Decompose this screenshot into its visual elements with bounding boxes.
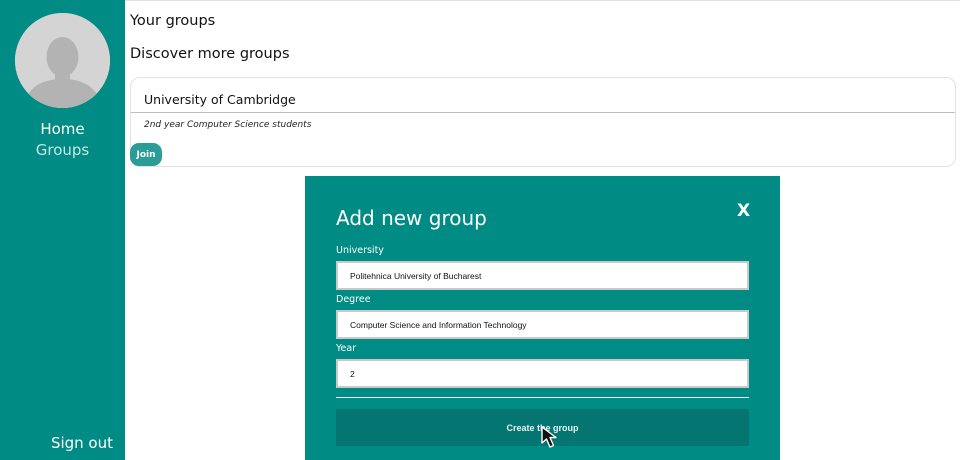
join-button[interactable]: Join bbox=[130, 143, 162, 166]
modal-title: Add new group bbox=[336, 206, 487, 230]
nav-groups[interactable]: Groups bbox=[0, 141, 125, 159]
group-description: 2nd year Computer Science students bbox=[144, 120, 312, 130]
group-name: University of Cambridge bbox=[144, 92, 296, 107]
card-divider bbox=[131, 112, 955, 113]
user-silhouette-icon bbox=[15, 13, 110, 108]
year-label: Year bbox=[336, 343, 357, 354]
sidebar: Home Groups Sign out bbox=[0, 0, 125, 460]
degree-label: Degree bbox=[336, 294, 371, 305]
degree-field[interactable] bbox=[336, 310, 749, 339]
university-field[interactable] bbox=[336, 261, 749, 290]
nav-home[interactable]: Home bbox=[0, 120, 125, 138]
close-icon[interactable]: X bbox=[737, 201, 750, 221]
modal-divider bbox=[336, 397, 749, 398]
sign-out-link[interactable]: Sign out bbox=[0, 434, 125, 452]
add-group-modal: Add new group X University Degree Year C… bbox=[305, 176, 780, 460]
create-group-button[interactable]: Create the group bbox=[336, 409, 749, 446]
avatar[interactable] bbox=[15, 13, 110, 108]
discover-groups-heading: Discover more groups bbox=[130, 46, 290, 62]
university-label: University bbox=[336, 245, 384, 256]
your-groups-heading: Your groups bbox=[130, 13, 216, 29]
group-card: University of Cambridge 2nd year Compute… bbox=[130, 77, 956, 167]
year-field[interactable] bbox=[336, 359, 749, 388]
top-divider bbox=[125, 0, 960, 1]
